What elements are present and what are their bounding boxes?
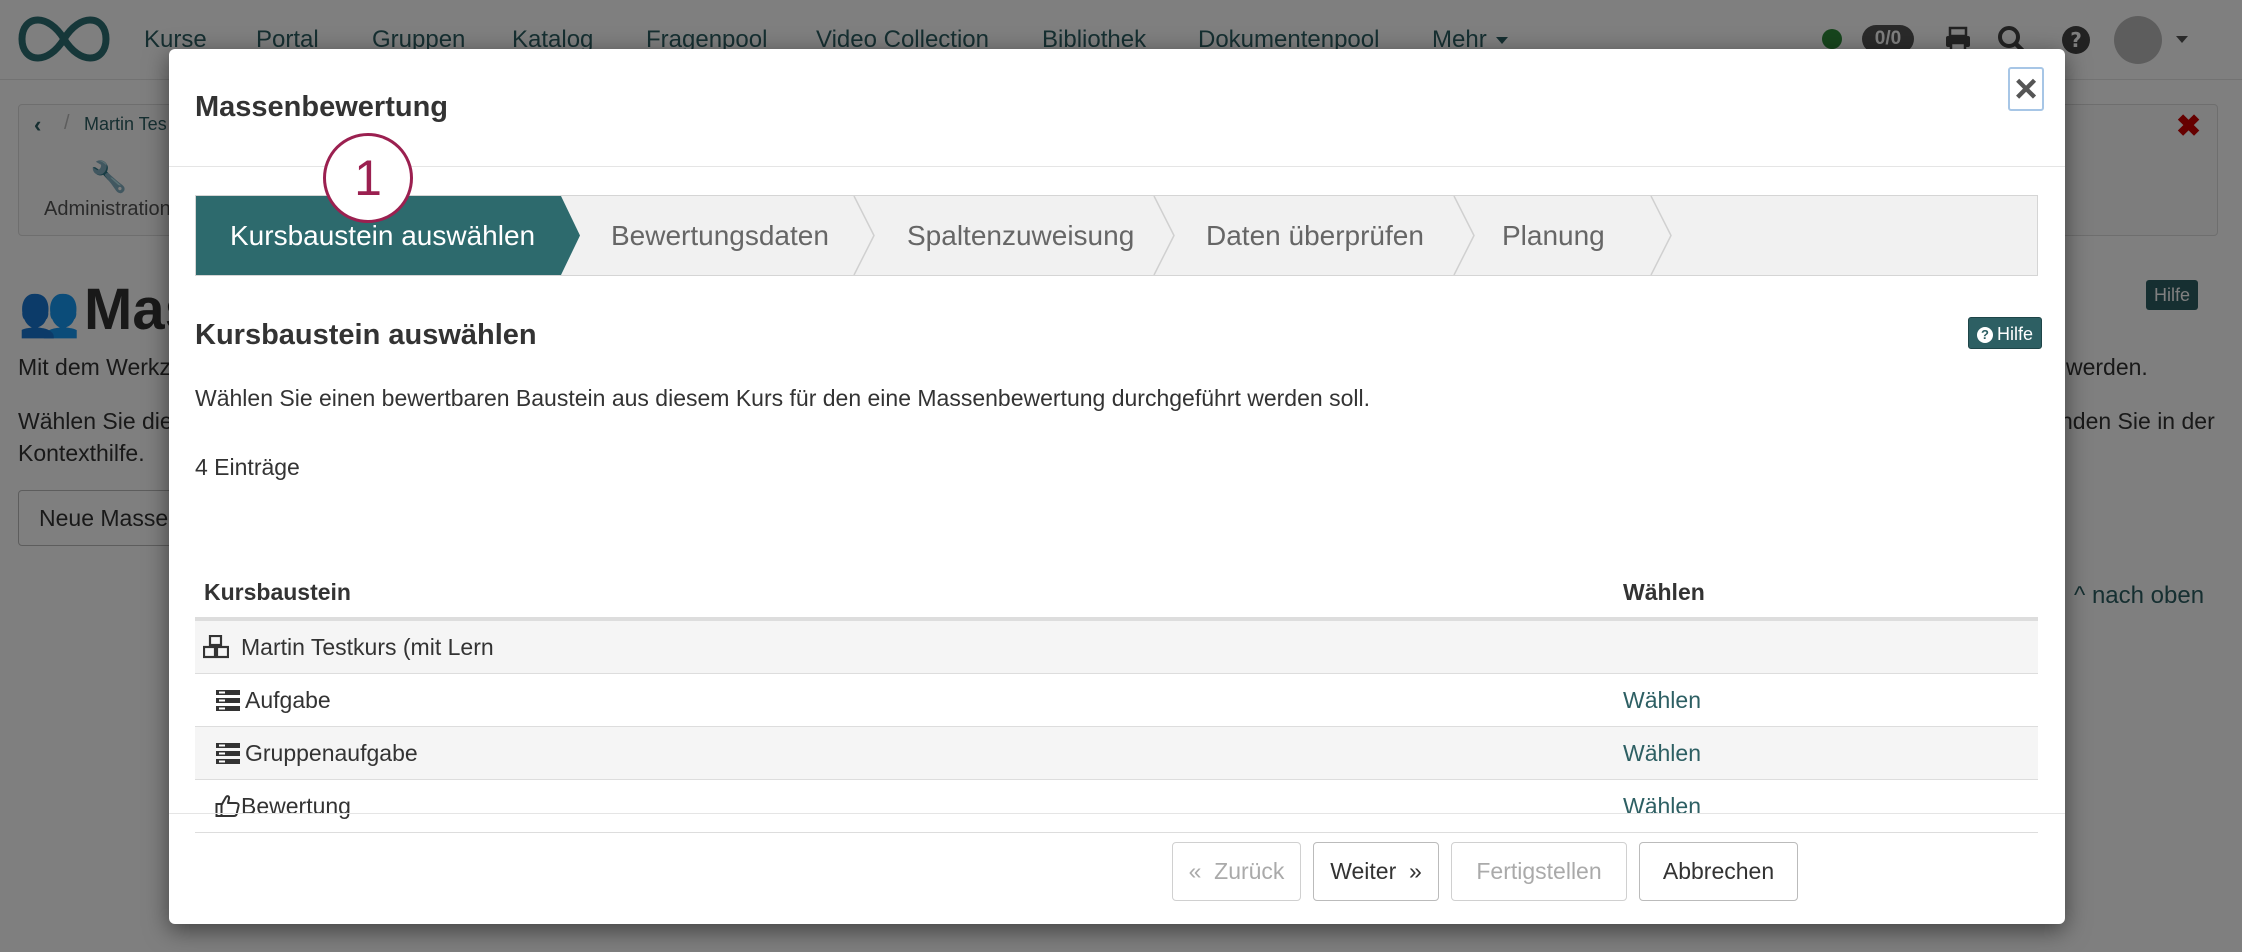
mass-assessment-dialog: Massenbewertung × Kursbaustein auswählen… bbox=[169, 49, 2065, 924]
cancel-button[interactable]: Abbrechen bbox=[1639, 842, 1798, 901]
wizard-step-assessment-data[interactable]: Bewertungsdaten bbox=[611, 196, 829, 275]
row-label: Gruppenaufgabe bbox=[245, 740, 418, 766]
close-button[interactable]: × bbox=[2008, 67, 2044, 111]
double-chevron-right-icon: » bbox=[1409, 858, 1422, 884]
help-label: Hilfe bbox=[1997, 324, 2034, 344]
entries-count: 4 Einträge bbox=[195, 454, 300, 480]
course-node-table: Kursbaustein Wählen Martin Testkurs (mit… bbox=[195, 561, 2038, 833]
row-label: Martin Testkurs (mit Lern bbox=[241, 634, 494, 660]
wizard-step-column-mapping[interactable]: Spaltenzuweisung bbox=[907, 196, 1134, 275]
next-button-label: Weiter bbox=[1330, 858, 1397, 884]
row-select-link[interactable]: Wählen bbox=[1623, 793, 1701, 820]
finish-button[interactable]: Fertigstellen bbox=[1451, 842, 1627, 901]
modal-header: Massenbewertung × bbox=[169, 49, 2065, 167]
wizard-step-scheduling[interactable]: Planung bbox=[1502, 196, 1605, 275]
wizard-steps: Kursbaustein auswählen Bewertungsdaten S… bbox=[195, 195, 2038, 276]
table-row: Gruppenaufgabe Wählen bbox=[195, 727, 2038, 780]
section-title: Kursbaustein auswählen bbox=[195, 319, 537, 351]
column-header-select: Wählen bbox=[1623, 579, 1705, 605]
double-chevron-left-icon: « bbox=[1188, 858, 1202, 884]
course-icon bbox=[203, 635, 229, 659]
modal-footer-divider bbox=[169, 813, 2065, 814]
next-button[interactable]: Weiter » bbox=[1313, 842, 1439, 901]
task-icon bbox=[216, 690, 240, 711]
table-header: Kursbaustein Wählen bbox=[195, 561, 2038, 621]
table-row: Martin Testkurs (mit Lern bbox=[195, 621, 2038, 674]
table-row: Aufgabe Wählen bbox=[195, 674, 2038, 727]
task-icon bbox=[216, 743, 240, 764]
thumbs-up-icon bbox=[215, 795, 240, 817]
row-label: Bewertung bbox=[241, 793, 351, 819]
table-row: Bewertung Wählen bbox=[195, 780, 2038, 833]
row-select-link[interactable]: Wählen bbox=[1623, 687, 1701, 714]
row-label: Aufgabe bbox=[245, 687, 331, 713]
step-callout-marker: 1 bbox=[323, 133, 413, 223]
description-text: Wählen Sie einen bewertbaren Baustein au… bbox=[195, 385, 1370, 411]
column-header-course-node[interactable]: Kursbaustein bbox=[204, 579, 351, 606]
row-select-link[interactable]: Wählen bbox=[1623, 740, 1701, 767]
modal-title: Massenbewertung bbox=[195, 91, 448, 123]
back-button[interactable]: « Zurück bbox=[1172, 842, 1301, 901]
question-icon: ? bbox=[1977, 327, 1993, 343]
back-button-label: Zurück bbox=[1214, 858, 1285, 884]
wizard-step-review-data[interactable]: Daten überprüfen bbox=[1206, 196, 1424, 275]
help-button[interactable]: ? Hilfe bbox=[1968, 317, 2043, 349]
